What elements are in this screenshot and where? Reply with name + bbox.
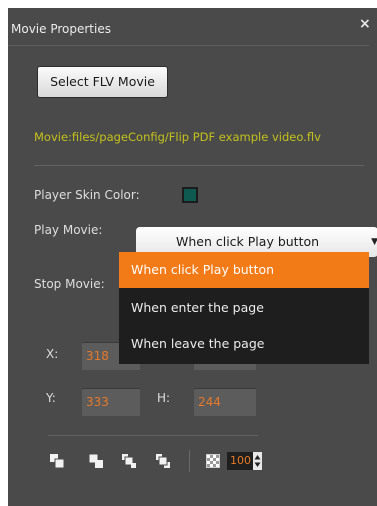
send-to-back-icon[interactable] [89, 454, 103, 468]
play-movie-label: Play Movie: [34, 223, 103, 237]
y-label: Y: [46, 391, 56, 405]
section-divider [34, 165, 364, 166]
x-label: X: [46, 347, 59, 361]
movie-path-text: Movie:files/pageConfig/Flip PDF example … [34, 130, 321, 144]
alpha-stepper[interactable] [253, 452, 262, 470]
dropdown-option-click-play[interactable]: When click Play button [119, 252, 369, 288]
toolbar-divider [48, 435, 258, 436]
bring-to-front-icon[interactable] [50, 454, 64, 468]
stop-movie-label: Stop Movie: [34, 277, 105, 291]
transparency-checker-icon [206, 454, 220, 468]
player-skin-color-swatch[interactable] [182, 187, 198, 203]
dropdown-option-leave-page[interactable]: When leave the page [119, 326, 369, 362]
h-input[interactable]: 244 [194, 388, 256, 416]
player-skin-color-label: Player Skin Color: [34, 188, 140, 202]
close-icon[interactable]: × [359, 16, 371, 32]
chevron-down-icon: ▼ [371, 237, 377, 247]
bring-forward-icon[interactable] [122, 454, 136, 468]
toolbar-separator [189, 450, 190, 472]
panel-title: Movie Properties [11, 22, 111, 36]
y-input[interactable]: 333 [82, 388, 140, 416]
stepper-down-icon [254, 462, 261, 467]
title-divider [8, 45, 369, 46]
stepper-up-icon [254, 455, 261, 460]
h-label: H: [157, 391, 171, 405]
select-flv-movie-button[interactable]: Select FLV Movie [37, 66, 168, 98]
alpha-input[interactable]: 100 [227, 452, 253, 470]
send-backward-icon[interactable] [156, 454, 170, 468]
dropdown-option-enter-page[interactable]: When enter the page [119, 290, 369, 326]
play-movie-dropdown-list: When click Play button When enter the pa… [119, 252, 369, 364]
